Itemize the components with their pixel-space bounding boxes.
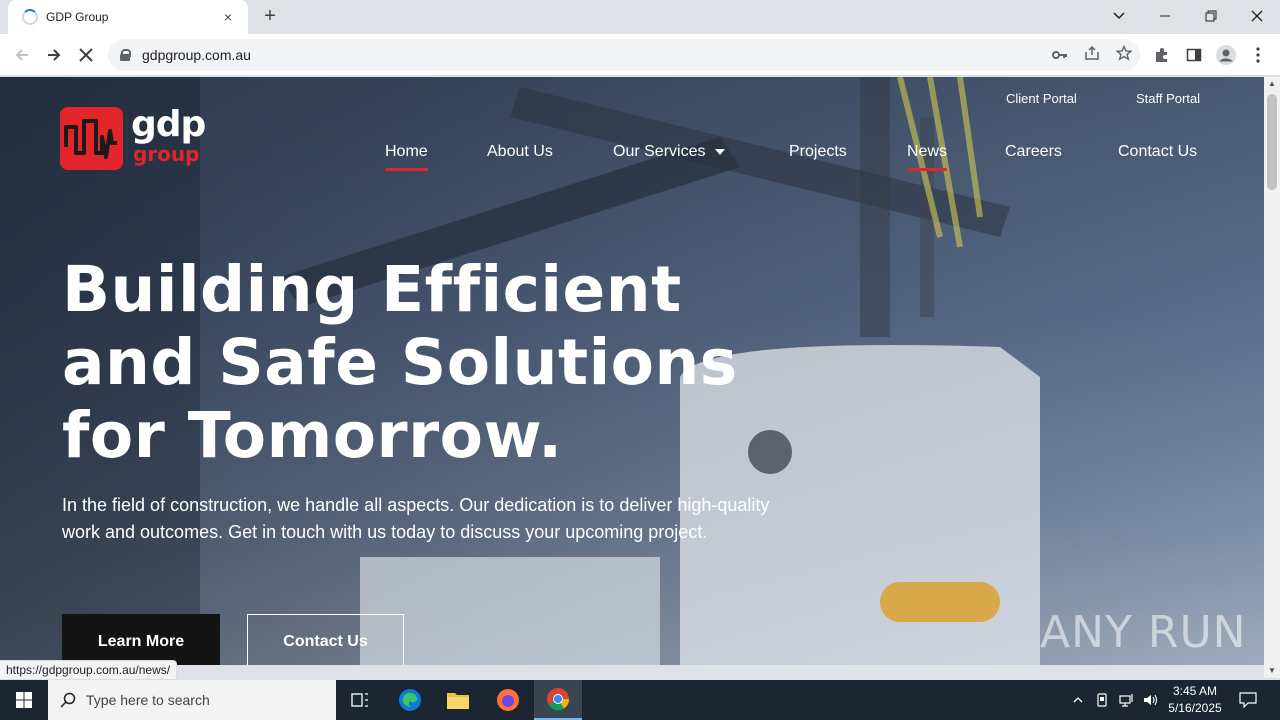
nav-home[interactable]: Home xyxy=(385,143,428,171)
nav-our-services[interactable]: Our Services xyxy=(613,143,726,161)
logo-subtext: group xyxy=(133,142,200,166)
nav-about-us[interactable]: About Us xyxy=(487,143,553,161)
gdp-logo-mark-icon xyxy=(60,107,123,170)
windows-logo-icon xyxy=(16,692,32,708)
firefox-taskbar-button[interactable] xyxy=(484,680,532,720)
network-icon xyxy=(1119,694,1133,707)
minimize-icon xyxy=(1160,15,1170,17)
chrome-taskbar-button[interactable] xyxy=(534,680,582,720)
browser-toolbar: gdpgroup.com.au xyxy=(0,34,1280,76)
tab-strip: GDP Group × + xyxy=(0,0,1280,34)
minimize-button[interactable] xyxy=(1142,0,1188,32)
key-icon[interactable] xyxy=(1044,47,1076,64)
taskbar-search-box[interactable]: Type here to search xyxy=(48,680,336,720)
nav-contact-us[interactable]: Contact Us xyxy=(1118,143,1197,161)
tab-search-button[interactable] xyxy=(1096,0,1142,32)
status-bar-url: https://gdpgroup.com.au/news/ xyxy=(0,660,178,680)
scroll-down-arrow-icon[interactable]: ▼ xyxy=(1264,664,1280,678)
close-window-button[interactable] xyxy=(1234,0,1280,32)
share-icon[interactable] xyxy=(1076,45,1108,65)
folder-icon xyxy=(447,693,469,709)
learn-more-button[interactable]: Learn More xyxy=(62,614,220,665)
address-bar[interactable]: gdpgroup.com.au xyxy=(108,39,1140,71)
stop-loading-icon xyxy=(79,48,93,62)
tab-title: GDP Group xyxy=(46,10,109,24)
nav-our-services-label: Our Services xyxy=(613,143,706,160)
anyrun-watermark: ANY RUN xyxy=(1040,607,1247,658)
scrollbar-thumb[interactable] xyxy=(1267,94,1277,190)
loading-spinner-icon xyxy=(22,9,38,25)
edge-taskbar-button[interactable] xyxy=(386,680,434,720)
hero-heading: Building Efficient and Safe Solutions fo… xyxy=(62,253,782,472)
close-tab-button[interactable]: × xyxy=(218,9,238,25)
browser-menu-button[interactable] xyxy=(1244,41,1272,69)
chevron-down-icon xyxy=(1113,12,1125,20)
file-explorer-taskbar-button[interactable] xyxy=(434,680,482,720)
star-icon[interactable] xyxy=(1108,44,1140,65)
notifications-button[interactable] xyxy=(1234,680,1262,720)
staff-portal-link[interactable]: Staff Portal xyxy=(1136,91,1200,106)
url-text[interactable]: gdpgroup.com.au xyxy=(142,47,1044,63)
restore-button[interactable] xyxy=(1188,0,1234,32)
task-view-button[interactable] xyxy=(336,680,384,720)
page-scrollbar[interactable]: ▲ ▼ xyxy=(1264,77,1280,678)
edge-icon xyxy=(399,689,421,711)
client-portal-link[interactable]: Client Portal xyxy=(1006,91,1077,106)
taskbar-clock[interactable]: 3:45 AM 5/16/2025 xyxy=(1160,683,1230,717)
logo-wordmark: gdp xyxy=(131,104,206,145)
device-icon xyxy=(1097,693,1107,707)
extensions-icon xyxy=(1156,48,1167,62)
new-tab-button[interactable]: + xyxy=(258,5,282,29)
start-button[interactable] xyxy=(0,680,48,720)
forward-icon xyxy=(48,49,61,61)
firefox-icon xyxy=(497,689,519,711)
nav-projects[interactable]: Projects xyxy=(789,143,847,161)
search-icon xyxy=(60,692,76,708)
forward-button[interactable] xyxy=(40,41,68,69)
show-hidden-icons-button[interactable] xyxy=(1068,680,1088,720)
menu-icon xyxy=(1256,47,1260,63)
back-icon xyxy=(15,49,28,61)
chevron-up-icon xyxy=(1073,697,1083,703)
device-tray-button[interactable] xyxy=(1092,680,1112,720)
extensions-button[interactable] xyxy=(1148,41,1176,69)
side-panel-button[interactable] xyxy=(1180,41,1208,69)
nav-news[interactable]: News xyxy=(907,143,948,171)
caret-down-icon xyxy=(715,148,726,155)
stop-loading-button[interactable] xyxy=(72,41,100,69)
site-logo[interactable]: gdp group xyxy=(60,104,206,170)
taskbar-search-placeholder: Type here to search xyxy=(86,692,210,708)
side-panel-icon xyxy=(1186,48,1202,62)
scroll-up-arrow-icon[interactable]: ▲ xyxy=(1264,77,1280,91)
windows-taskbar: Type here to search 3:45 AM 5/16/2025 xyxy=(0,680,1280,720)
speaker-icon xyxy=(1144,694,1158,706)
clock-time: 3:45 AM xyxy=(1172,684,1218,698)
profile-button[interactable] xyxy=(1212,41,1240,69)
page-viewport: gdp group Client Portal Staff Portal Hom… xyxy=(0,77,1264,665)
restore-icon xyxy=(1205,10,1217,22)
hero-heading-line-1: Building Efficient xyxy=(62,253,682,326)
notification-icon xyxy=(1239,692,1257,708)
lock-icon[interactable] xyxy=(120,49,131,61)
back-button[interactable] xyxy=(8,41,36,69)
nav-careers[interactable]: Careers xyxy=(1005,143,1062,161)
network-tray-button[interactable] xyxy=(1116,680,1138,720)
hero-heading-line-2: and Safe Solutions xyxy=(62,326,738,399)
browser-tab[interactable]: GDP Group × xyxy=(8,0,248,34)
volume-tray-button[interactable] xyxy=(1140,680,1162,720)
clock-date: 5/16/2025 xyxy=(1168,701,1222,715)
chrome-icon xyxy=(547,688,570,711)
contact-us-button[interactable]: Contact Us xyxy=(247,614,404,665)
hero-heading-line-3: for Tomorrow. xyxy=(62,399,563,472)
profile-icon xyxy=(1216,45,1236,65)
close-icon xyxy=(1251,10,1263,22)
hero-description: In the field of construction, we handle … xyxy=(62,495,770,542)
task-view-icon xyxy=(351,693,368,707)
